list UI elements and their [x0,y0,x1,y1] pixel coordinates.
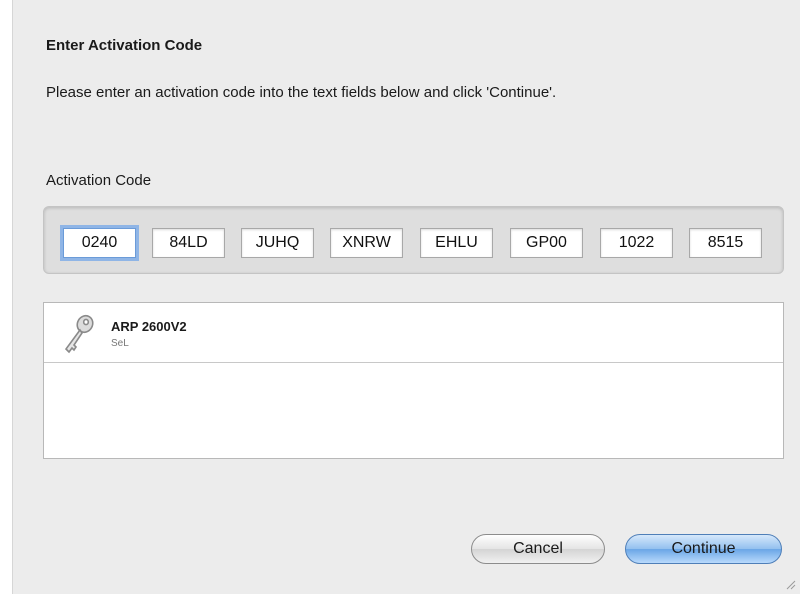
key-icon [64,314,94,354]
product-subtitle: SeL [111,338,129,349]
dialog-instructions: Please enter an activation code into the… [46,84,557,101]
product-list: ARP 2600V2 SeL [43,302,784,459]
product-name: ARP 2600V2 [111,319,187,334]
list-item[interactable]: ARP 2600V2 SeL [44,303,783,363]
activation-code-group [43,206,784,274]
code-field-7[interactable] [600,228,673,258]
activation-dialog: Enter Activation Code Please enter an ac… [12,0,800,594]
code-field-1[interactable] [63,228,136,258]
dialog-title: Enter Activation Code [46,37,203,54]
activation-code-label: Activation Code [46,172,152,189]
resize-grip-icon[interactable] [784,578,796,590]
code-field-8[interactable] [689,228,762,258]
code-field-3[interactable] [241,228,314,258]
code-field-2[interactable] [152,228,225,258]
cancel-button[interactable]: Cancel [471,534,605,564]
continue-button[interactable]: Continue [625,534,782,564]
code-field-5[interactable] [420,228,493,258]
code-field-4[interactable] [330,228,403,258]
code-field-6[interactable] [510,228,583,258]
